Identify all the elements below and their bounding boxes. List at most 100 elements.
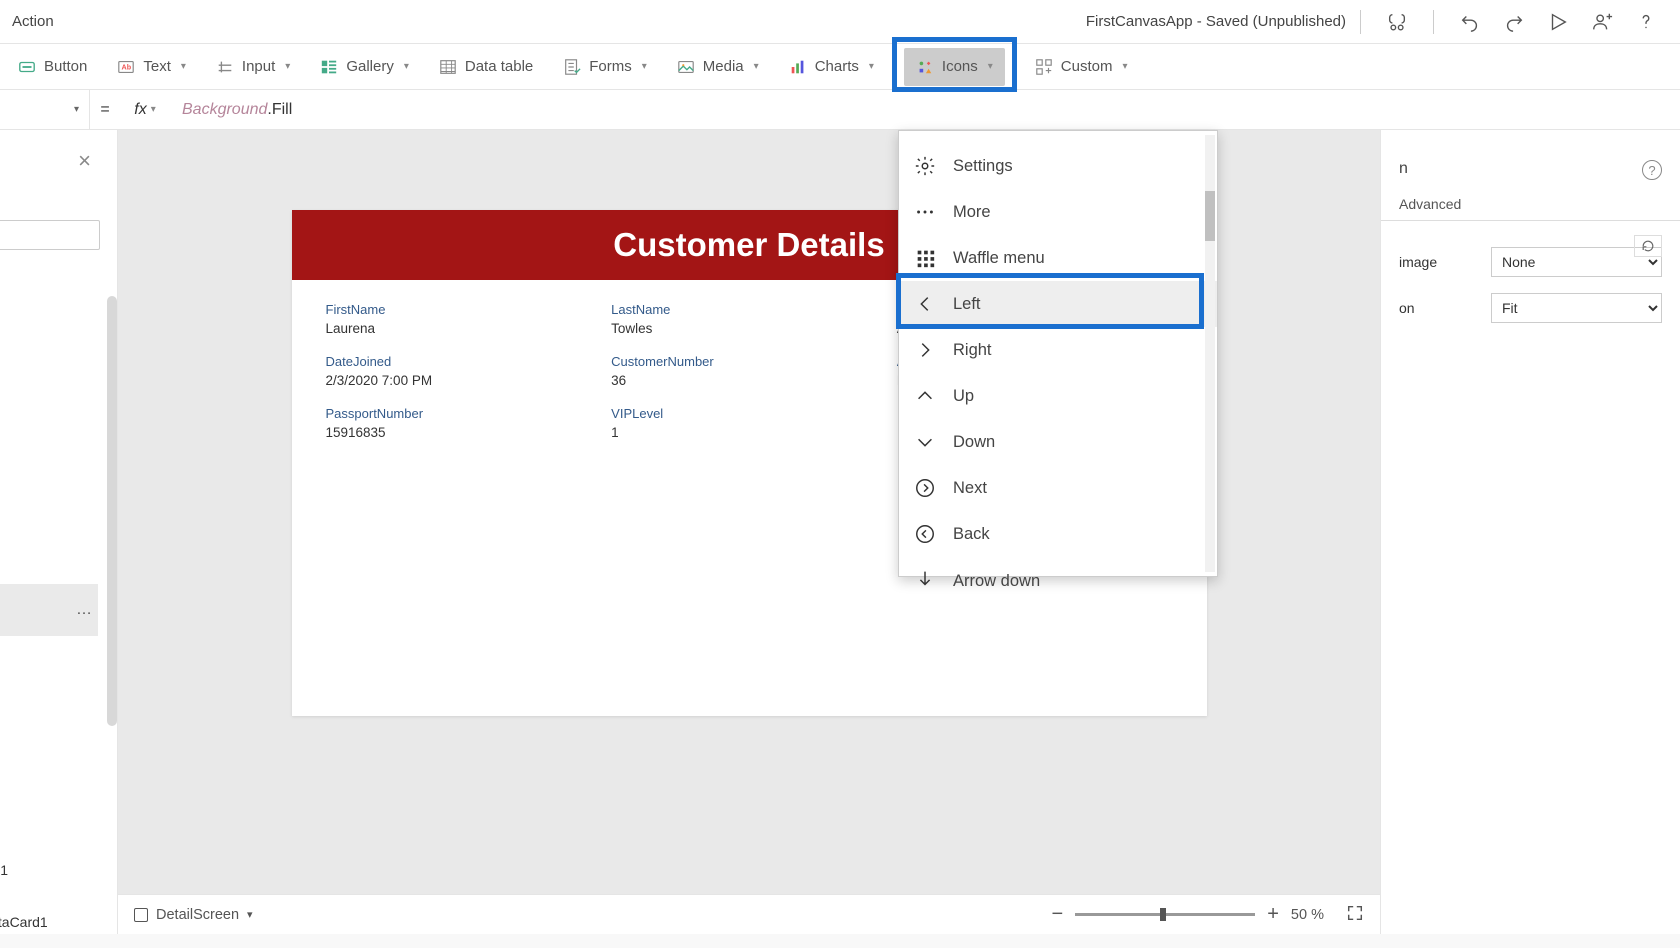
ribbon-input[interactable]: Input▾ xyxy=(216,58,290,76)
tree-item[interactable]: DataCard1 xyxy=(0,896,98,948)
menu-item-label: Waffle menu xyxy=(953,249,1045,268)
charts-icon xyxy=(789,58,807,76)
field-value: 2/3/2020 7:00 PM xyxy=(326,373,602,388)
tree-search-input[interactable] xyxy=(0,220,100,250)
redo-icon[interactable] xyxy=(1502,10,1526,34)
help-icon[interactable]: ? xyxy=(1642,160,1662,180)
menu-item-label: Up xyxy=(953,387,974,406)
ribbon-forms[interactable]: Forms▾ xyxy=(563,58,647,76)
menu-item-label: Back xyxy=(953,525,990,544)
menu-scrollbar-thumb[interactable] xyxy=(1205,191,1215,241)
property-row-position: on Fit xyxy=(1381,285,1680,331)
formula-bar: ▾ = fx▾ Background.Fill xyxy=(0,90,1680,130)
field-value: Towles xyxy=(611,321,887,336)
gear-icon xyxy=(913,154,937,178)
ribbon-gallery[interactable]: Gallery▾ xyxy=(320,58,409,76)
tree-item[interactable]: 2 xyxy=(0,792,98,844)
zoom-in-button[interactable]: + xyxy=(1267,903,1279,926)
icons-menu-item-down[interactable]: Down xyxy=(899,419,1217,465)
canvas-area: Customer Details FirstNameLaurenaLastNam… xyxy=(118,130,1380,934)
ribbon-tab-action[interactable]: Action xyxy=(12,13,54,30)
menu-item-label: More xyxy=(953,203,991,222)
menu-item-label: Right xyxy=(953,341,992,360)
formula-input[interactable]: Background.Fill xyxy=(170,101,1680,119)
ribbon-charts[interactable]: Charts▾ xyxy=(789,58,874,76)
tree-item-selected[interactable]: … xyxy=(0,584,98,636)
field-value: 36 xyxy=(611,373,887,388)
ribbon-datatable[interactable]: Data table xyxy=(439,58,533,76)
circle-left-icon xyxy=(913,522,937,546)
custom-icon xyxy=(1035,58,1053,76)
tree-item[interactable]: ard1 xyxy=(0,844,98,896)
datatable-icon xyxy=(439,58,457,76)
icons-dropdown-menu: SettingsMoreWaffle menuLeftRightUpDownNe… xyxy=(898,130,1218,577)
field-value: 1 xyxy=(611,425,887,440)
tree-view-panel: × … rd1 1 d1 2 ard1 DataCard1 xyxy=(0,130,118,934)
ribbon-custom[interactable]: Custom▾ xyxy=(1035,58,1128,76)
svg-text:Ab: Ab xyxy=(122,62,132,71)
help-icon[interactable] xyxy=(1634,10,1658,34)
field-label: DateJoined xyxy=(326,354,602,369)
properties-header: n xyxy=(1381,130,1680,182)
zoom-value: 50 % xyxy=(1291,907,1324,923)
property-selector[interactable]: ▾ xyxy=(0,90,90,130)
screen-icon xyxy=(134,908,148,922)
refresh-icon[interactable] xyxy=(1634,235,1662,257)
icons-menu-item-right[interactable]: Right xyxy=(899,327,1217,373)
annotation-highlight-left-item xyxy=(896,273,1204,329)
text-icon: Ab xyxy=(117,58,135,76)
icons-menu-item-arrow-down[interactable]: Arrow down xyxy=(899,557,1217,591)
status-bar: DetailScreen ▾ − + 50 % xyxy=(118,894,1380,934)
chev-right-icon xyxy=(913,338,937,362)
icons-menu-item-back[interactable]: Back xyxy=(899,511,1217,557)
app-status-text: FirstCanvasApp - Saved (Unpublished) xyxy=(1086,13,1346,30)
undo-icon[interactable] xyxy=(1458,10,1482,34)
title-bar: Action FirstCanvasApp - Saved (Unpublish… xyxy=(0,0,1680,44)
form-field: VIPLevel 1 xyxy=(611,406,887,440)
tree-item[interactable]: 1 xyxy=(0,688,98,740)
play-icon[interactable] xyxy=(1546,10,1570,34)
form-field: PassportNumber15916835 xyxy=(326,406,602,440)
field-value: 15916835 xyxy=(326,425,602,440)
more-icon[interactable]: … xyxy=(76,601,92,619)
input-icon xyxy=(216,58,234,76)
zoom-slider[interactable] xyxy=(1075,913,1255,916)
field-label: CustomerNumber xyxy=(611,354,887,369)
breadcrumb[interactable]: DetailScreen ▾ xyxy=(134,907,253,923)
equals-label: = xyxy=(90,101,120,119)
zoom-out-button[interactable]: − xyxy=(1052,903,1064,926)
chev-up-icon xyxy=(913,384,937,408)
fit-to-screen-icon[interactable] xyxy=(1346,904,1364,926)
waffle-icon xyxy=(913,246,937,270)
circle-right-icon xyxy=(913,476,937,500)
ribbon-text[interactable]: Ab Text▾ xyxy=(117,58,186,76)
property-position-select[interactable]: Fit xyxy=(1491,293,1662,323)
field-label: VIPLevel xyxy=(611,406,887,421)
close-icon[interactable]: × xyxy=(78,148,91,174)
fx-button[interactable]: fx▾ xyxy=(120,101,170,119)
arrow-down-icon xyxy=(913,567,937,591)
annotation-highlight-icons-button xyxy=(892,37,1017,92)
form-field: FirstNameLaurena xyxy=(326,302,602,336)
more-icon xyxy=(913,200,937,224)
tree-scrollbar[interactable] xyxy=(107,296,117,726)
tree-item[interactable]: d1 xyxy=(0,740,98,792)
media-icon xyxy=(677,58,695,76)
icons-menu-item-next[interactable]: Next xyxy=(899,465,1217,511)
app-checker-icon[interactable] xyxy=(1385,10,1409,34)
icons-menu-item-more[interactable]: More xyxy=(899,189,1217,235)
field-label: FirstName xyxy=(326,302,602,317)
menu-item-label: Settings xyxy=(953,157,1013,176)
ribbon-button[interactable]: Button xyxy=(18,58,87,76)
properties-tab-advanced[interactable]: Advanced xyxy=(1399,196,1461,212)
tree-item[interactable]: rd1 xyxy=(0,636,98,688)
menu-item-label: Next xyxy=(953,479,987,498)
icons-menu-item-up[interactable]: Up xyxy=(899,373,1217,419)
form-field: LastNameTowles xyxy=(611,302,887,336)
share-user-icon[interactable] xyxy=(1590,10,1614,34)
menu-item-label: Down xyxy=(953,433,995,452)
form-field: DateJoined 2/3/2020 7:00 PM xyxy=(326,354,602,388)
gallery-icon xyxy=(320,58,338,76)
ribbon-media[interactable]: Media▾ xyxy=(677,58,759,76)
icons-menu-item-settings[interactable]: Settings xyxy=(899,143,1217,189)
